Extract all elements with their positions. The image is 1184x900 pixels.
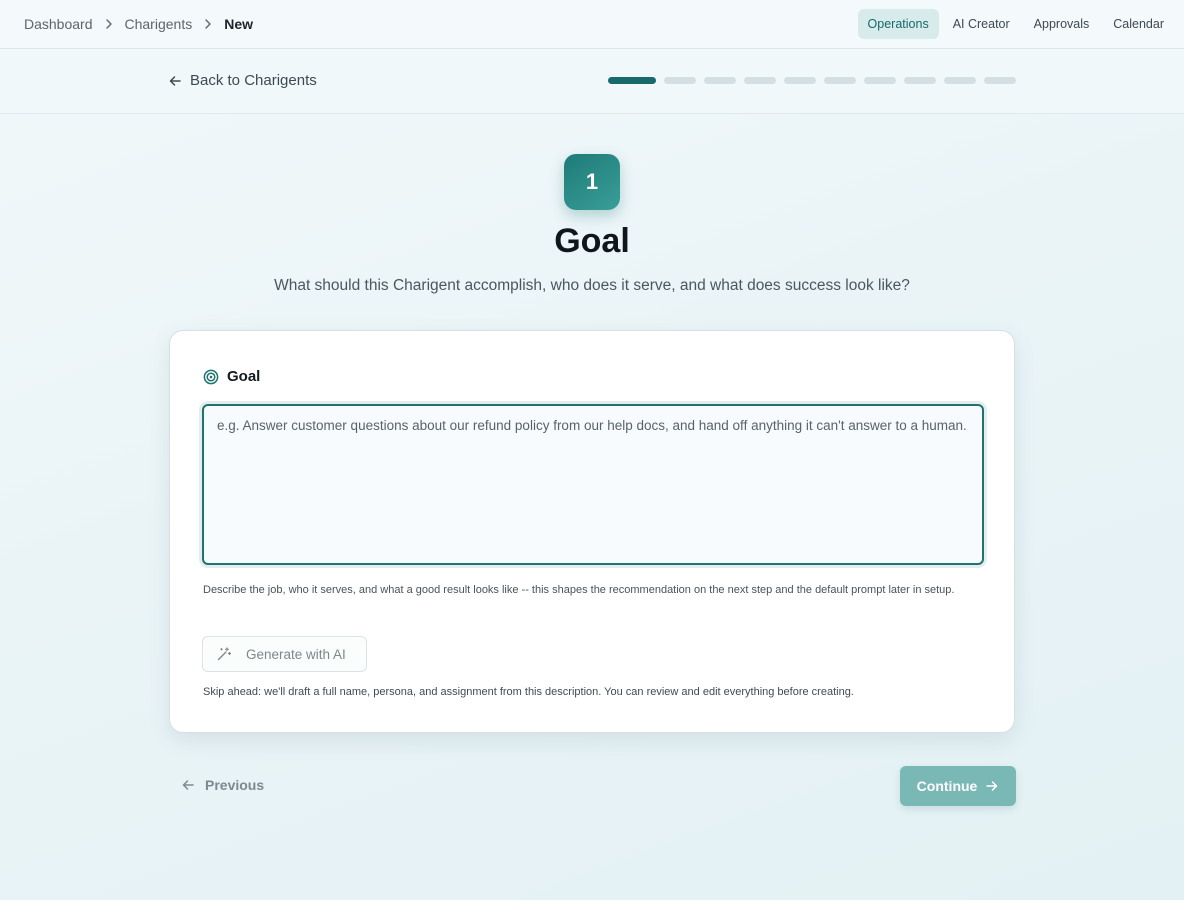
sub-header: Back to Charigents — [0, 49, 1184, 114]
goal-field-label: Goal — [203, 368, 260, 385]
previous-button[interactable]: Previous — [181, 777, 264, 793]
arrow-left-icon — [181, 778, 195, 792]
arrow-left-icon — [168, 74, 182, 88]
progress-step-1 — [608, 77, 656, 84]
skip-ahead-text: Skip ahead: we'll draft a full name, per… — [203, 686, 854, 698]
progress-step-6 — [824, 77, 856, 84]
breadcrumb: Dashboard Charigents New — [24, 16, 253, 32]
step-number-badge: 1 — [564, 154, 620, 210]
back-to-charigents-link[interactable]: Back to Charigents — [168, 72, 317, 89]
nav-calendar[interactable]: Calendar — [1103, 9, 1174, 39]
progress-step-7 — [864, 77, 896, 84]
nav-approvals[interactable]: Approvals — [1024, 9, 1100, 39]
generate-with-ai-label: Generate with AI — [246, 646, 346, 662]
magic-wand-icon — [216, 646, 232, 662]
goal-card: Goal Describe the job, who it serves, an… — [169, 330, 1015, 733]
top-bar: Dashboard Charigents New Operations AI C… — [0, 0, 1184, 49]
step-subtitle: What should this Charigent accomplish, w… — [274, 277, 910, 294]
progress-step-3 — [704, 77, 736, 84]
progress-step-8 — [904, 77, 936, 84]
progress-step-9 — [944, 77, 976, 84]
breadcrumb-current: New — [224, 16, 253, 32]
progress-step-2 — [664, 77, 696, 84]
arrow-right-icon — [985, 779, 999, 793]
step-progress — [608, 77, 1016, 84]
target-icon — [203, 369, 219, 385]
step-title: Goal — [554, 222, 630, 260]
goal-helper-text: Describe the job, who it serves, and wha… — [203, 584, 955, 596]
chevron-right-icon — [103, 18, 115, 30]
goal-label-text: Goal — [227, 368, 261, 385]
continue-label: Continue — [916, 778, 978, 794]
progress-step-4 — [744, 77, 776, 84]
continue-button[interactable]: Continue — [900, 766, 1016, 806]
breadcrumb-dashboard[interactable]: Dashboard — [24, 16, 93, 32]
back-link-label: Back to Charigents — [190, 72, 317, 89]
goal-textarea[interactable] — [202, 404, 984, 565]
nav-operations[interactable]: Operations — [857, 9, 939, 39]
previous-label: Previous — [205, 777, 265, 793]
progress-step-5 — [784, 77, 816, 84]
main-nav: Operations AI Creator Approvals Calendar — [857, 9, 1174, 39]
nav-ai-creator[interactable]: AI Creator — [943, 9, 1020, 39]
progress-step-10 — [984, 77, 1016, 84]
chevron-right-icon — [202, 18, 214, 30]
generate-with-ai-button[interactable]: Generate with AI — [202, 636, 367, 672]
breadcrumb-charigents[interactable]: Charigents — [125, 16, 193, 32]
